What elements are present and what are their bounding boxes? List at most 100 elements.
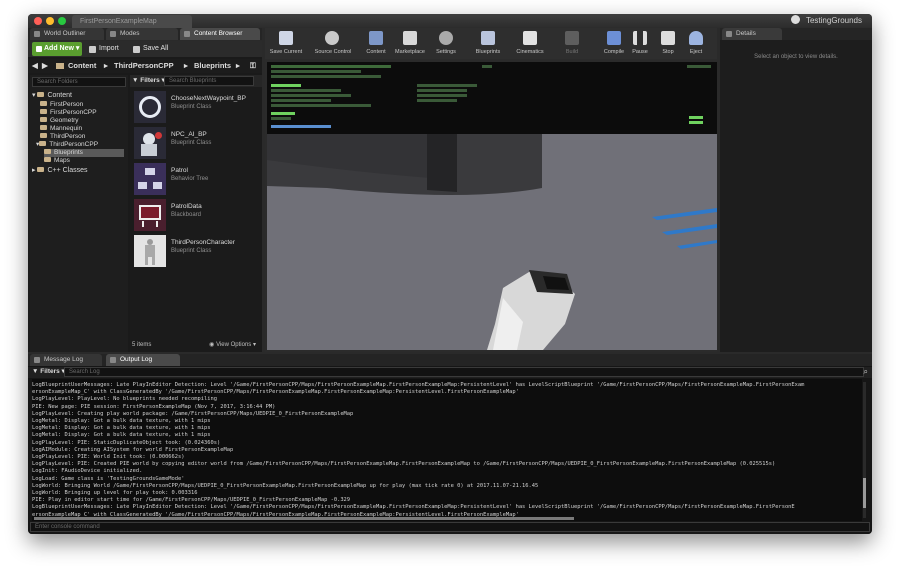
close-window-button[interactable]: [34, 17, 42, 25]
details-panel: Details Select an object to view details…: [720, 28, 872, 352]
eject-button[interactable]: Eject: [681, 28, 711, 59]
asset-tile[interactable]: Patrol Behavior Tree: [134, 163, 262, 197]
tab-label: Details: [736, 30, 756, 37]
asset-type: Blueprint Class: [171, 104, 212, 110]
mannequin-thumbnail: [134, 235, 166, 267]
document-tab[interactable]: FirstPersonExampleMap: [72, 15, 192, 28]
clapperboard-icon: [523, 31, 537, 45]
forward-arrow-icon[interactable]: ▶: [42, 59, 48, 73]
filters-label: Filters: [140, 77, 160, 84]
search-icon[interactable]: ⌕: [864, 367, 868, 377]
content-button[interactable]: Content: [357, 28, 395, 59]
compile-icon: [607, 31, 621, 45]
asset-tile[interactable]: ChooseNextWaypoint_BP Blueprint Class: [134, 91, 262, 125]
save-current-button[interactable]: Save Current: [267, 28, 305, 59]
pause-button[interactable]: Pause: [625, 28, 655, 59]
tab-details[interactable]: Details: [722, 28, 782, 40]
console-command-input[interactable]: Enter console command: [30, 522, 870, 532]
marketplace-icon: [403, 31, 417, 45]
tree-geometry[interactable]: Geometry: [40, 117, 79, 125]
app-title: TestingGrounds: [790, 14, 862, 28]
marketplace-button[interactable]: Marketplace: [391, 28, 429, 59]
tree-firstperson[interactable]: FirstPerson: [40, 101, 83, 109]
maximize-window-button[interactable]: [58, 17, 66, 25]
lock-icon[interactable]: ⚿: [250, 59, 256, 73]
tab-modes[interactable]: Modes: [106, 28, 178, 40]
breadcrumb-content[interactable]: Content: [68, 59, 96, 73]
breadcrumb-separator-icon: ▸: [104, 61, 108, 70]
tree-firstpersoncpp[interactable]: FirstPersonCPP: [40, 109, 97, 117]
tree-thirdpersoncpp[interactable]: ▾ ThirdPersonCPP: [36, 141, 98, 149]
tab-label: Content Browser: [194, 30, 243, 37]
tree-maps[interactable]: Maps: [44, 157, 70, 165]
save-all-label: Save All: [143, 45, 169, 52]
game-viewport[interactable]: [267, 62, 717, 350]
log-filters-button[interactable]: ▼ Filters ▾: [32, 367, 65, 377]
asset-filter-bar: ▼ Filters ▾ Search Blueprints: [130, 75, 262, 87]
asset-tile[interactable]: ThirdPersonCharacter Blueprint Class: [134, 235, 262, 269]
log-line: ersonExampleMap_C' with ClassGeneratedBy…: [32, 389, 519, 396]
tab-world-outliner[interactable]: World Outliner: [30, 28, 104, 40]
asset-name: PatrolData: [171, 203, 202, 210]
build-icon: [565, 31, 579, 45]
log-line: LogMetal: Display: Got a bulk data textu…: [32, 418, 211, 424]
tab-message-log[interactable]: Message Log: [30, 354, 102, 366]
import-button[interactable]: Import: [88, 42, 119, 56]
build-button[interactable]: Build: [553, 28, 591, 59]
blueprints-icon: [481, 31, 495, 45]
tree-label: Geometry: [50, 117, 79, 124]
pause-icon: [633, 31, 647, 45]
stop-button[interactable]: Stop: [653, 28, 683, 59]
toolbar-label: Content: [366, 49, 386, 55]
tree-mannequin[interactable]: Mannequin: [40, 125, 82, 133]
source-control-button[interactable]: Source Control: [309, 28, 357, 59]
add-new-button[interactable]: Add New ▾: [32, 42, 82, 56]
asset-view: ▼ Filters ▾ Search Blueprints ChooseNext…: [130, 75, 262, 352]
tree-content[interactable]: ▾ Content: [32, 92, 72, 100]
log-search-input[interactable]: Search Log: [64, 367, 864, 377]
behavior-tree-thumbnail: [134, 163, 166, 195]
import-icon: [89, 46, 96, 53]
filters-button[interactable]: ▼ Filters ▾: [132, 76, 165, 86]
minimize-window-button[interactable]: [46, 17, 54, 25]
output-log[interactable]: LogBlueprintUserMessages: Late PlayInEdi…: [32, 379, 862, 521]
blueprints-button[interactable]: Blueprints: [469, 28, 507, 59]
log-line: LogMetal: Display: Got a bulk data textu…: [32, 425, 211, 432]
settings-button[interactable]: Settings: [427, 28, 465, 59]
tree-thirdperson[interactable]: ThirdPerson: [40, 133, 85, 141]
asset-name: ChooseNextWaypoint_BP: [171, 95, 246, 102]
tree-label: Content: [47, 92, 72, 99]
log-vertical-scrollbar[interactable]: [863, 382, 866, 518]
tree-cpp-classes[interactable]: ▸ C++ Classes: [32, 167, 88, 175]
log-horizontal-scrollbar[interactable]: [34, 517, 574, 520]
asset-tile[interactable]: NPC_AI_BP Blueprint Class: [134, 127, 262, 161]
log-line: LogPlayLevel: PIE: Created PIE world by …: [32, 461, 776, 468]
back-arrow-icon[interactable]: ◀: [32, 59, 38, 73]
view-options-label: View Options: [216, 342, 252, 348]
message-log-icon: [34, 357, 40, 363]
block-shadow: [427, 134, 457, 192]
folder-search-input[interactable]: Search Folders: [32, 77, 126, 87]
tab-content-browser[interactable]: Content Browser: [180, 28, 260, 40]
breadcrumb-separator-icon: ▸: [236, 61, 240, 70]
scroll-thumb[interactable]: [863, 478, 866, 508]
save-all-button[interactable]: Save All: [132, 42, 168, 56]
scene-svg: [267, 134, 717, 350]
breadcrumb-blueprints[interactable]: Blueprints: [194, 59, 231, 73]
log-line: LogPlayLevel: Creating play world packag…: [32, 410, 354, 417]
tab-output-log[interactable]: Output Log: [106, 354, 180, 366]
asset-search-input[interactable]: Search Blueprints: [164, 76, 254, 86]
sources-panel: Search Folders ▾ Content FirstPerson Fir…: [30, 75, 128, 352]
toolbar-label: Save Current: [269, 49, 303, 55]
tab-label: Modes: [120, 30, 140, 37]
folder-icon: [40, 109, 47, 114]
tree-blueprints[interactable]: Blueprints: [44, 149, 124, 157]
log-line: LogLoad: Game class is 'TestingGroundsGa…: [32, 475, 185, 482]
view-options-button[interactable]: ◉ View Options ▾: [209, 341, 256, 348]
content-browser-toolbar: Add New ▾ Import Save All: [28, 41, 262, 57]
details-hint: Select an object to view details.: [754, 54, 838, 60]
breadcrumb-thirdpersoncpp[interactable]: ThirdPersonCPP: [114, 59, 174, 73]
asset-type: Blueprint Class: [171, 140, 212, 146]
cinematics-button[interactable]: Cinematics: [511, 28, 549, 59]
asset-tile[interactable]: PatrolData Blackboard: [134, 199, 262, 233]
